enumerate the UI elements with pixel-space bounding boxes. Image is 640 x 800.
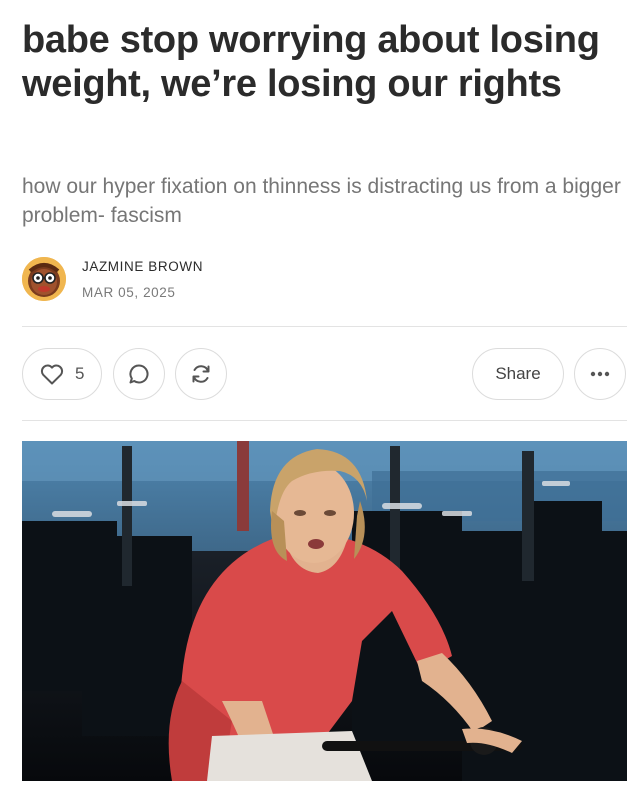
gym-cycling-photo — [22, 441, 627, 781]
more-icon — [590, 371, 610, 377]
restack-icon — [192, 365, 210, 383]
more-button[interactable] — [574, 348, 626, 400]
like-count: 5 — [75, 364, 85, 383]
share-button[interactable]: Share — [472, 348, 564, 400]
comment-icon — [129, 364, 149, 384]
divider-top — [22, 326, 627, 327]
hero-image[interactable] — [22, 441, 627, 781]
author-name[interactable]: JAZMINE BROWN — [82, 259, 203, 274]
post-title: babe stop worrying about losing weight, … — [22, 19, 600, 105]
comment-button[interactable] — [113, 348, 165, 400]
heart-icon — [40, 364, 64, 385]
byline: JAZMINE BROWN MAR 05, 2025 — [22, 255, 422, 305]
avatar-illustration — [22, 257, 66, 301]
post-date: MAR 05, 2025 — [82, 285, 176, 300]
like-button[interactable]: 5 — [22, 348, 102, 400]
divider-bottom — [22, 420, 627, 421]
restack-button[interactable] — [175, 348, 227, 400]
post-subtitle: how our hyper fixation on thinness is di… — [22, 175, 621, 227]
post-page: babe stop worrying about losing weight, … — [0, 0, 640, 800]
author-avatar[interactable] — [22, 257, 66, 301]
